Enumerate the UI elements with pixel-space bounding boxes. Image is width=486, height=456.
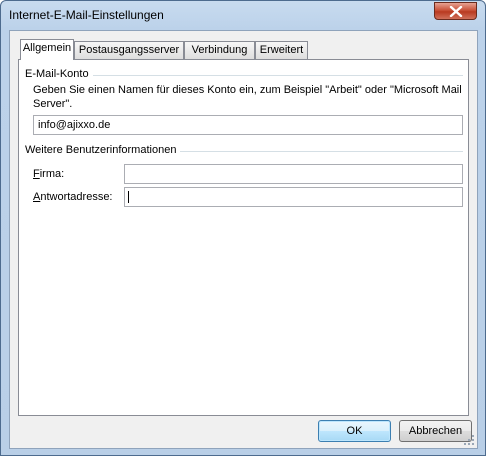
account-name-value: info@ajixxo.de: [38, 119, 111, 131]
text-caret: [128, 191, 129, 203]
tab-verbindung-label: Verbindung: [191, 44, 248, 56]
tab-postausgangsserver-label: Postausgangsserver: [78, 44, 180, 56]
ok-button[interactable]: OK: [318, 420, 391, 442]
tab-allgemein-label: Allgemein: [22, 42, 72, 54]
reply-address-input[interactable]: [124, 187, 463, 207]
group-divider: [171, 151, 463, 152]
tab-allgemein[interactable]: Allgemein: [20, 39, 74, 60]
close-button[interactable]: [434, 2, 477, 20]
user-info-heading: Weitere Benutzerinformationen: [25, 144, 181, 156]
company-label-accesskey: F: [33, 168, 40, 180]
reply-address-label-text: ntwortadresse:: [40, 191, 113, 203]
window-title: Internet-E-Mail-Einstellungen: [9, 8, 164, 22]
tab-erweitert-label: Erweitert: [259, 44, 304, 56]
company-label: Firma:: [33, 168, 64, 180]
group-divider: [89, 75, 463, 76]
tab-panel-allgemein: E-Mail-Konto Geben Sie einen Namen für d…: [18, 59, 469, 416]
email-account-description: Geben Sie einen Namen für dieses Konto e…: [33, 84, 462, 110]
tab-postausgangsserver[interactable]: Postausgangsserver: [74, 41, 184, 59]
title-bar[interactable]: Internet-E-Mail-Einstellungen: [1, 1, 485, 29]
tab-erweitert[interactable]: Erweitert: [255, 41, 308, 59]
dialog-window: Internet-E-Mail-Einstellungen Allgemein …: [0, 0, 486, 456]
close-icon: [449, 6, 463, 17]
account-name-input[interactable]: info@ajixxo.de: [33, 115, 463, 135]
tab-verbindung[interactable]: Verbindung: [184, 41, 255, 59]
reply-address-label: Antwortadresse:: [33, 191, 113, 203]
cancel-button[interactable]: Abbrechen: [399, 420, 472, 442]
dialog-body: Allgemein Postausgangsserver Verbindung …: [9, 30, 478, 449]
company-input[interactable]: [124, 164, 463, 184]
resize-grip-icon[interactable]: [464, 435, 474, 445]
email-account-heading: E-Mail-Konto: [25, 68, 93, 80]
company-label-text: irma:: [39, 168, 65, 180]
